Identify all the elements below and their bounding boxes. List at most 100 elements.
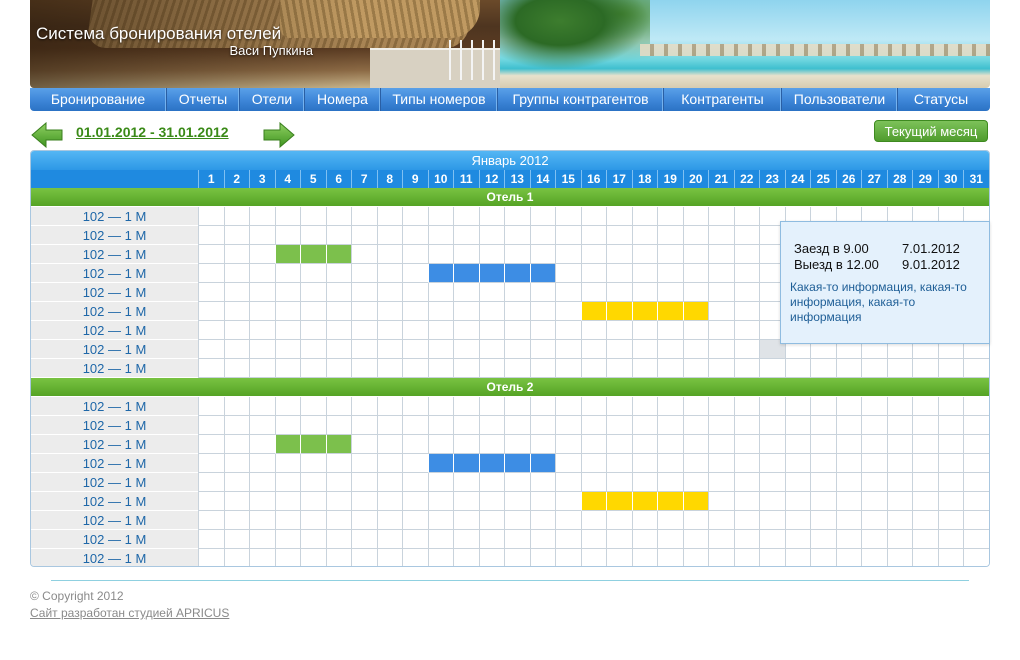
day-cell[interactable] [351, 511, 377, 530]
day-cell[interactable] [784, 454, 811, 473]
day-cell[interactable] [555, 492, 581, 511]
day-cell[interactable] [274, 473, 301, 492]
day-cell[interactable] [402, 454, 428, 473]
day-cell[interactable] [835, 359, 862, 378]
booking-cell[interactable] [325, 245, 352, 264]
booking-cell[interactable] [274, 245, 301, 264]
day-cell[interactable] [810, 530, 836, 549]
day-cell[interactable] [861, 397, 887, 416]
day-cell[interactable] [376, 549, 403, 566]
day-cell[interactable] [351, 416, 377, 435]
day-cell[interactable] [478, 492, 505, 511]
room-label[interactable]: 102 — 1 М [31, 416, 198, 435]
day-cell[interactable] [453, 283, 479, 302]
day-cell[interactable] [529, 416, 556, 435]
day-cell[interactable] [810, 397, 836, 416]
day-cell[interactable] [937, 397, 964, 416]
day-cell[interactable] [453, 207, 479, 226]
day-cell[interactable] [300, 492, 326, 511]
day-cell[interactable] [810, 359, 836, 378]
day-cell[interactable] [708, 435, 734, 454]
day-cell[interactable] [682, 340, 709, 359]
day-cell[interactable] [529, 245, 556, 264]
day-cell[interactable] [733, 549, 760, 566]
day-cell[interactable] [963, 435, 989, 454]
day-cell[interactable] [606, 435, 632, 454]
day-cell[interactable] [912, 359, 938, 378]
day-cell[interactable] [759, 397, 785, 416]
day-cell[interactable] [376, 530, 403, 549]
day-cell[interactable] [478, 511, 505, 530]
room-label[interactable]: 102 — 1 М [31, 264, 198, 283]
day-cell[interactable] [223, 530, 250, 549]
day-cell[interactable] [606, 321, 632, 340]
day-cell[interactable] [274, 492, 301, 511]
day-cell[interactable] [402, 397, 428, 416]
day-cell[interactable] [606, 416, 632, 435]
day-cell[interactable] [708, 492, 734, 511]
day-cell[interactable] [529, 511, 556, 530]
day-cell[interactable] [835, 397, 862, 416]
day-cell[interactable] [810, 416, 836, 435]
day-cell[interactable] [249, 435, 275, 454]
day-cell[interactable] [529, 435, 556, 454]
booking-cell[interactable] [453, 454, 479, 473]
day-cell[interactable] [784, 511, 811, 530]
day-cell[interactable] [963, 473, 989, 492]
nav-item-contractor-groups[interactable]: Группы контрагентов [498, 88, 664, 111]
day-cell[interactable] [657, 207, 683, 226]
day-cell[interactable] [402, 492, 428, 511]
day-cell[interactable] [223, 435, 250, 454]
day-cell[interactable] [529, 340, 556, 359]
day-cell[interactable] [376, 340, 403, 359]
day-cell[interactable] [912, 492, 938, 511]
day-cell[interactable] [351, 226, 377, 245]
day-cell[interactable] [580, 283, 607, 302]
day-cell[interactable] [274, 454, 301, 473]
day-cell[interactable] [504, 283, 530, 302]
current-month-button[interactable]: Текущий месяц [874, 120, 988, 142]
day-cell[interactable] [504, 245, 530, 264]
day-cell[interactable] [223, 359, 250, 378]
day-cell[interactable] [402, 321, 428, 340]
room-label[interactable]: 102 — 1 М [31, 511, 198, 530]
day-cell[interactable] [504, 530, 530, 549]
day-cell[interactable] [937, 473, 964, 492]
day-cell[interactable] [886, 530, 913, 549]
day-cell[interactable] [376, 473, 403, 492]
day-cell[interactable] [351, 397, 377, 416]
day-cell[interactable] [555, 473, 581, 492]
day-cell[interactable] [351, 454, 377, 473]
day-cell[interactable] [886, 359, 913, 378]
day-cell[interactable] [606, 454, 632, 473]
day-cell[interactable] [759, 359, 785, 378]
nav-item-statuses[interactable]: Статусы [898, 88, 984, 111]
day-cell[interactable] [733, 359, 760, 378]
day-cell[interactable] [555, 549, 581, 566]
day-cell[interactable] [631, 340, 658, 359]
day-cell[interactable] [631, 397, 658, 416]
day-cell[interactable] [529, 226, 556, 245]
day-cell[interactable] [223, 264, 250, 283]
day-cell[interactable] [274, 283, 301, 302]
day-cell[interactable] [733, 245, 760, 264]
day-cell[interactable] [249, 416, 275, 435]
day-cell[interactable] [427, 549, 454, 566]
day-cell[interactable] [504, 549, 530, 566]
day-cell[interactable] [427, 416, 454, 435]
day-cell[interactable] [427, 530, 454, 549]
day-cell[interactable] [708, 283, 734, 302]
day-cell[interactable] [478, 283, 505, 302]
day-cell[interactable] [223, 492, 250, 511]
day-cell[interactable] [657, 321, 683, 340]
day-cell[interactable] [427, 359, 454, 378]
day-cell[interactable] [759, 454, 785, 473]
day-cell[interactable] [427, 283, 454, 302]
day-cell[interactable] [631, 511, 658, 530]
day-cell[interactable] [223, 226, 250, 245]
day-cell[interactable] [912, 454, 938, 473]
day-cell[interactable] [835, 530, 862, 549]
day-cell[interactable] [249, 359, 275, 378]
day-cell[interactable] [529, 359, 556, 378]
room-label[interactable]: 102 — 1 М [31, 359, 198, 378]
